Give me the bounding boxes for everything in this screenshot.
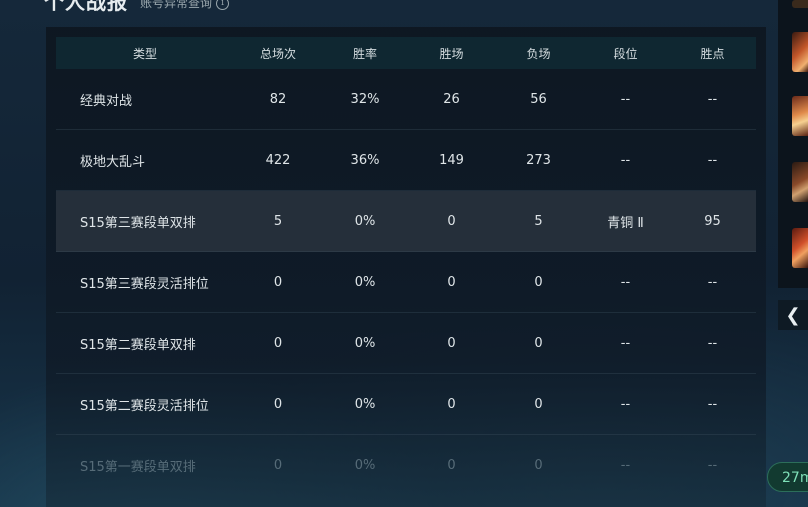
table-row: 经典对战 82 32% 26 56 -- -- — [56, 69, 756, 130]
table-row: S15第三赛段灵活排位 0 0% 0 0 -- -- — [56, 251, 756, 313]
avatar[interactable] — [792, 32, 808, 72]
cell-total: 0 — [234, 373, 322, 435]
avatar[interactable] — [792, 228, 808, 268]
friends-sidebar — [778, 0, 808, 288]
cell-wins: 26 — [408, 69, 495, 130]
cell-winrate: 0% — [354, 457, 376, 473]
cell-rank: -- — [582, 373, 669, 435]
cell-type: S15第三赛段单双排 — [56, 190, 234, 252]
col-header-rank: 段位 — [582, 37, 669, 69]
col-header-losses: 负场 — [495, 37, 582, 69]
cell-type: S15第三赛段灵活排位 — [56, 251, 234, 313]
table-row: S15第一赛段单双排 0 0% 0 0 -- -- — [56, 435, 756, 496]
cell-losses: 0 — [495, 373, 582, 435]
cell-losses: 56 — [495, 69, 582, 130]
cell-total: 0 — [234, 312, 322, 374]
cell-total: 0 — [234, 251, 322, 313]
cell-points: -- — [669, 69, 756, 130]
cell-total: 5 — [234, 190, 322, 252]
cell-losses: 0 — [534, 457, 543, 473]
cell-losses: 5 — [495, 190, 582, 252]
table-row: S15第二赛段灵活排位 0 0% 0 0 -- -- — [56, 373, 756, 435]
cell-total: 422 — [234, 129, 322, 191]
table-row: S15第二赛段单双排 0 0% 0 0 -- -- — [56, 312, 756, 374]
stats-table: 类型 总场次 胜率 胜场 负场 段位 胜点 经典对战 82 32% 26 56 … — [56, 37, 756, 495]
cell-type: 经典对战 — [56, 69, 234, 130]
chevron-left-icon: ❮ — [785, 304, 801, 326]
account-check-link[interactable]: 账号异常查询 i — [140, 0, 230, 11]
account-check-label: 账号异常查询 — [140, 0, 213, 10]
cell-wins: 0 — [408, 190, 495, 252]
cell-losses: 0 — [495, 312, 582, 374]
page-title: 个人战报 — [44, 0, 128, 14]
cell-points: -- — [669, 251, 756, 313]
page-header: 个人战报 账号异常查询 i — [44, 0, 230, 14]
cell-type: S15第二赛段单双排 — [56, 312, 234, 374]
cell-wins: 0 — [408, 251, 495, 313]
cell-wins: 0 — [447, 457, 456, 473]
col-header-type: 类型 — [56, 37, 234, 69]
cell-type: S15第二赛段灵活排位 — [56, 373, 234, 435]
cell-winrate: 0% — [322, 251, 408, 313]
cell-winrate: 0% — [322, 373, 408, 435]
cell-points: -- — [707, 457, 718, 473]
cell-wins: 149 — [408, 129, 495, 191]
table-header-row: 类型 总场次 胜率 胜场 负场 段位 胜点 — [56, 37, 756, 69]
cell-type: S15第一赛段单双排 — [80, 459, 196, 475]
cell-rank: -- — [620, 457, 631, 473]
cell-rank: -- — [582, 69, 669, 130]
cell-points: 95 — [669, 190, 756, 252]
cell-winrate: 32% — [322, 69, 408, 130]
timer-text: 27m — [782, 470, 808, 486]
cell-losses: 273 — [495, 129, 582, 191]
cell-type: 极地大乱斗 — [56, 129, 234, 191]
cell-rank: -- — [582, 129, 669, 191]
avatar[interactable] — [792, 96, 808, 136]
cell-points: -- — [669, 312, 756, 374]
avatar[interactable] — [792, 0, 808, 8]
cell-winrate: 0% — [322, 312, 408, 374]
cell-winrate: 0% — [322, 190, 408, 252]
stats-panel: 类型 总场次 胜率 胜场 负场 段位 胜点 经典对战 82 32% 26 56 … — [46, 27, 766, 507]
col-header-winrate: 胜率 — [322, 37, 408, 69]
cell-losses: 0 — [495, 251, 582, 313]
col-header-points: 胜点 — [669, 37, 756, 69]
cell-wins: 0 — [408, 373, 495, 435]
col-header-total: 总场次 — [234, 37, 322, 69]
info-icon[interactable]: i — [216, 0, 230, 10]
cell-winrate: 36% — [322, 129, 408, 191]
cell-rank: 青铜 Ⅱ — [582, 190, 669, 252]
table-row-highlighted: S15第三赛段单双排 5 0% 0 5 青铜 Ⅱ 95 — [56, 190, 756, 252]
cell-wins: 0 — [408, 312, 495, 374]
cell-points: -- — [669, 129, 756, 191]
cell-points: -- — [669, 373, 756, 435]
cell-rank: -- — [582, 312, 669, 374]
cell-total: 0 — [273, 457, 283, 473]
table-row: 极地大乱斗 422 36% 149 273 -- -- — [56, 129, 756, 191]
avatar[interactable] — [792, 162, 808, 202]
cell-rank: -- — [582, 251, 669, 313]
sidebar-collapse-button[interactable]: ❮ — [778, 300, 808, 330]
match-timer-badge[interactable]: 27m — [767, 462, 808, 492]
cell-total: 82 — [234, 69, 322, 130]
col-header-wins: 胜场 — [408, 37, 495, 69]
